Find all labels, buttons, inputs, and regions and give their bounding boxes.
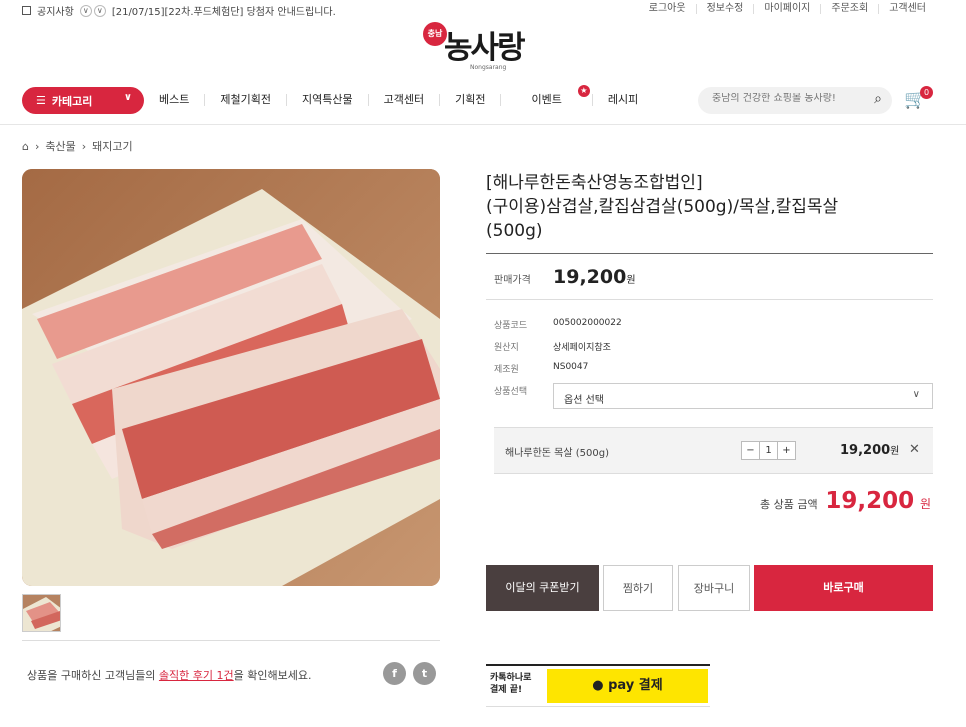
twitter-icon[interactable]: t [413,662,436,685]
image-divider [22,640,440,641]
quantity-value[interactable]: 1 [759,441,778,460]
selected-option-price-value: 19,200 [840,443,891,458]
cart-count-badge: 0 [920,86,933,99]
logo-sub: Nongsarang [470,64,507,71]
nav-item-event-label: 이벤트 [531,93,562,106]
notice-arrows: ∨ ∨ [79,4,106,17]
spec-value: 상세페이지참조 [553,343,611,353]
wish-button[interactable]: 찜하기 [603,565,673,611]
currency-unit: 원 [890,446,900,457]
notice-icon [22,6,31,15]
selected-option-price: 19,200원 [840,442,899,458]
breadcrumb-pork[interactable]: 돼지고기 [92,138,132,154]
close-icon[interactable]: ✕ [909,442,920,457]
kakao-line: 결제 끝! [490,685,523,695]
edit-info-link[interactable]: 정보수정 [695,4,754,14]
menu-icon: ☰ [36,94,46,107]
review-text: 상품을 구매하신 고객님들의 [27,669,159,682]
breadcrumb: ⌂ › 축산물 › 돼지고기 [22,138,133,154]
plus-icon[interactable]: + [777,441,796,460]
product-thumbnail[interactable] [22,594,61,632]
review-text-end: 을 확인해보세요. [233,669,312,682]
nav-item-local[interactable]: 지역특산물 [285,94,368,106]
search-box: ⌕ [698,87,892,114]
search-icon[interactable]: ⌕ [874,91,882,107]
search-input[interactable] [712,93,857,104]
mypage-link[interactable]: 마이페이지 [753,4,820,14]
notice-text[interactable]: [21/07/15][22차.푸드체험단] 당첨자 안내드립니다. [112,3,336,18]
nav-item-seasonal[interactable]: 제철기획전 [204,94,286,106]
nav-item-best[interactable]: 베스트 [144,94,204,106]
spec-key: 제조원 [494,365,519,375]
spec-key: 상품코드 [494,321,528,331]
product-title-line: [해나루한돈축산영농조합법인] [486,173,703,193]
product-title-line: (500g) [486,221,543,241]
selected-option-name: 해나루한돈 목살 (500g) [505,448,609,459]
kakao-pay-section: 카톡하나로 결제 끝! ● pay 결제 [486,664,710,707]
option-select[interactable]: 옵션 선택 ∨ [553,383,933,409]
notice-bar: 공지사항 ∨ ∨ [21/07/15][22차.푸드체험단] 당첨자 안내드립니… [22,3,336,18]
spec-key: 원산지 [494,343,519,353]
category-button[interactable]: ☰ 카테고리 ∨ [22,87,144,114]
spec-value: 005002000022 [553,318,622,328]
chevron-down-icon: ∨ [912,389,920,400]
spec-key: 상품선택 [494,387,528,397]
currency-unit: 원 [626,275,636,286]
notice-prev-icon[interactable]: ∨ [79,4,92,17]
order-lookup-link[interactable]: 주문조회 [820,4,878,14]
site-logo[interactable]: 충남 농사랑 Nongsarang [420,18,540,74]
minus-icon[interactable]: − [741,441,760,460]
total-price: 총 상품 금액 19,200 원 [760,488,931,514]
coupon-button[interactable]: 이달의 쿠폰받기 [486,565,599,611]
breadcrumb-livestock[interactable]: 축산물 [45,138,75,154]
sale-price-value: 19,200 [553,266,627,288]
top-links: 로그아웃 정보수정 마이페이지 주문조회 고객센터 [639,4,936,14]
home-icon[interactable]: ⌂ [22,140,29,153]
quantity-stepper: − 1 + [741,441,796,460]
selected-option-row: 해나루한돈 목살 (500g) − 1 + 19,200원 ✕ [494,427,933,474]
review-notice: 상품을 구매하신 고객님들의 솔직한 후기 1건을 확인해보세요. [27,667,312,683]
nav-item-customer-center[interactable]: 고객센터 [367,94,439,106]
logo-word: 농사랑 [444,30,526,66]
product-title-line: (구이용)삼겹살,칼집삼겹살(500g)/목살,칼집목살 [486,197,839,217]
kakao-pay-label: pay 결제 [608,678,663,693]
facebook-icon[interactable]: f [383,662,406,685]
main-nav: 베스트 제철기획전 지역특산물 고객센터 기획전 이벤트 ★ 레시피 [144,85,653,106]
add-to-cart-button[interactable]: 장바구니 [678,565,750,611]
notice-next-icon[interactable]: ∨ [93,4,106,17]
chevron-down-icon: ∨ [123,92,132,103]
header-divider [0,124,966,125]
category-label: 카테고리 [51,94,93,108]
product-title: [해나루한돈축산영농조합법인] (구이용)삼겹살,칼집삼겹살(500g)/목살,… [486,171,936,243]
buy-now-button[interactable]: 바로구매 [754,565,933,611]
nav-item-special[interactable]: 기획전 [439,94,500,106]
total-label: 총 상품 금액 [760,498,818,511]
total-amount: 19,200 [825,488,915,514]
cart-button[interactable]: 🛒 0 [904,86,933,113]
nav-item-event[interactable]: 이벤트 ★ [500,85,591,106]
review-link[interactable]: 솔직한 후기 1건 [159,669,234,682]
title-divider [486,253,933,254]
currency-unit: 원 [920,497,932,511]
nav-item-recipe[interactable]: 레시피 [591,94,653,106]
notice-label: 공지사항 [37,7,74,18]
breadcrumb-separator-icon: › [81,139,87,153]
price-divider [486,299,933,300]
option-select-value: 옵션 선택 [564,395,604,406]
star-icon: ★ [577,85,590,97]
kakao-pay-button[interactable]: ● pay 결제 [547,669,708,703]
customer-center-link[interactable]: 고객센터 [878,4,936,14]
chat-bubble-icon: ● [592,678,604,693]
spec-value: NS0047 [553,362,589,372]
price-label: 판매가격 [494,275,531,286]
kakao-line: 카톡하나로 [490,673,532,683]
kakao-text: 카톡하나로 결제 끝! [490,672,531,696]
product-image [22,169,440,586]
logout-link[interactable]: 로그아웃 [639,4,696,14]
breadcrumb-separator-icon: › [34,139,40,153]
sale-price: 19,200원 [553,266,636,288]
